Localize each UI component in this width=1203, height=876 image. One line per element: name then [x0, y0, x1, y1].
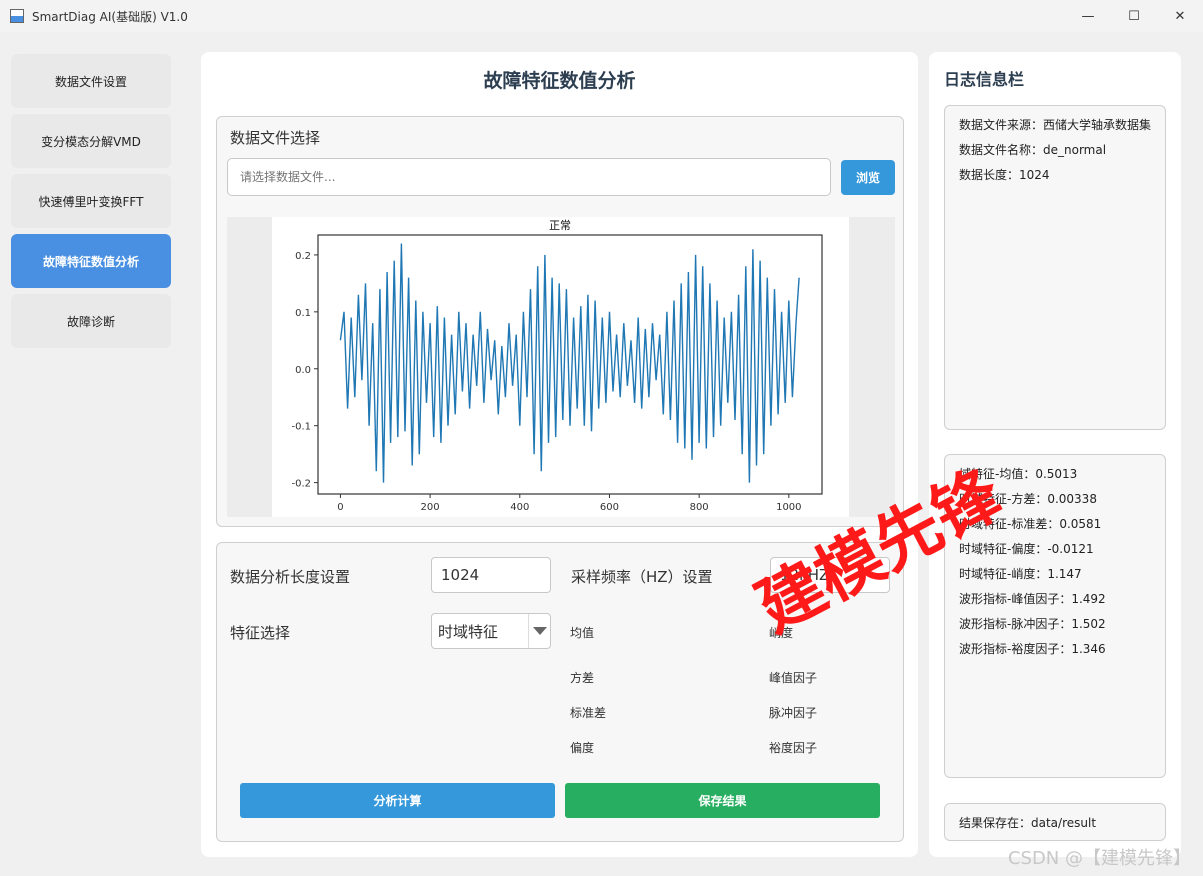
window-title: SmartDiag AI(基础版) V1.0 [32, 9, 188, 24]
feature-item: 裕度因子 [769, 741, 818, 755]
y-tick-label: 0.1 [295, 308, 311, 319]
feature-select[interactable]: 时域特征 [431, 613, 551, 649]
nav-fault-feature-analysis[interactable]: 故障特征数值分析 [11, 234, 171, 288]
browse-button[interactable]: 浏览 [841, 160, 895, 195]
log-file-info: 数据文件来源：西储大学轴承数据集 数据文件名称：de_normal 数据长度：1… [944, 105, 1166, 430]
log-line: 数据长度：1024 [959, 168, 1050, 182]
nav-fault-diagnosis[interactable]: 故障诊断 [11, 294, 171, 348]
feature-label: 特征选择 [230, 624, 291, 642]
save-results-button[interactable]: 保存结果 [565, 783, 880, 818]
log-line: 数据文件来源：西储大学轴承数据集 [959, 118, 1152, 132]
y-tick-label: -0.1 [291, 422, 311, 433]
window-controls: — ☐ ✕ [1065, 0, 1203, 32]
x-tick-label: 400 [510, 502, 529, 513]
length-label: 数据分析长度设置 [230, 568, 351, 586]
log-line: 波形指标-脉冲因子：1.502 [959, 617, 1106, 631]
nav-vmd[interactable]: 变分模态分解VMD [11, 114, 171, 168]
signal-series-line [339, 243, 800, 483]
nav-fft[interactable]: 快速傅里叶变换FFT [11, 174, 171, 228]
x-tick-label: 0 [337, 502, 343, 513]
maximize-button[interactable]: ☐ [1111, 0, 1157, 32]
close-button[interactable]: ✕ [1157, 0, 1203, 32]
file-select-group: 数据文件选择 浏览 正常 0 200 400 600 800 1000 0.2 0.1 0.0 -… [216, 116, 904, 527]
page-title: 故障特征数值分析 [483, 70, 636, 92]
chart-title: 正常 [549, 219, 571, 232]
feature-item: 方差 [570, 671, 595, 685]
freq-label: 采样频率（HZ）设置 [571, 568, 713, 586]
log-line: 时域特征-峭度：1.147 [959, 567, 1082, 581]
log-line: 数据文件名称：de_normal [959, 143, 1107, 157]
x-tick-label: 1000 [776, 502, 801, 513]
nav-data-file-settings[interactable]: 数据文件设置 [11, 54, 171, 108]
sidebar: 数据文件设置 变分模态分解VMD 快速傅里叶变换FFT 故障特征数值分析 故障诊… [11, 54, 171, 354]
log-line: 波形指标-裕度因子：1.346 [959, 642, 1106, 656]
save-path-text: 结果保存在：data/result [959, 816, 1097, 830]
file-path-input[interactable] [227, 158, 831, 196]
log-line: 波形指标-峰值因子：1.492 [959, 592, 1106, 606]
app-icon [10, 9, 24, 23]
file-select-title: 数据文件选择 [230, 129, 321, 147]
feature-item: 偏度 [570, 741, 595, 755]
x-tick-label: 200 [421, 502, 440, 513]
signal-chart-area: 正常 0 200 400 600 800 1000 0.2 0.1 0.0 -0.1 -0.2 [227, 217, 895, 517]
signal-chart: 正常 0 200 400 600 800 1000 0.2 0.1 0.0 -0.1 -0.2 [272, 217, 849, 517]
feature-item: 脉冲因子 [769, 706, 818, 720]
log-line: 时域特征-偏度：-0.0121 [959, 542, 1094, 556]
y-tick-label: 0.2 [295, 251, 311, 262]
log-title: 日志信息栏 [944, 70, 1025, 89]
length-input[interactable]: 1024 [431, 557, 551, 593]
feature-item: 峰值因子 [769, 671, 818, 685]
feature-select-value: 时域特征 [438, 622, 499, 641]
log-save-path: 结果保存在：data/result [944, 803, 1166, 841]
signal-chart-svg: 正常 0 200 400 600 800 1000 0.2 0.1 0.0 -0.1 -0.2 [291, 219, 823, 513]
feature-item: 均值 [570, 626, 595, 640]
y-tick-label: -0.2 [291, 479, 311, 490]
title-bar: SmartDiag AI(基础版) V1.0 — ☐ ✕ [0, 0, 1203, 32]
minimize-button[interactable]: — [1065, 0, 1111, 32]
x-tick-label: 800 [690, 502, 709, 513]
analyze-button[interactable]: 分析计算 [240, 783, 555, 818]
x-tick-label: 600 [600, 502, 619, 513]
y-tick-label: 0.0 [295, 365, 311, 376]
chevron-down-icon [528, 614, 550, 648]
main-panel: 故障特征数值分析 数据文件选择 浏览 正常 0 200 400 600 800 1000 0… [201, 52, 918, 857]
feature-item: 标准差 [570, 706, 607, 720]
csdn-watermark: CSDN @【建模先锋】 [1007, 848, 1191, 869]
